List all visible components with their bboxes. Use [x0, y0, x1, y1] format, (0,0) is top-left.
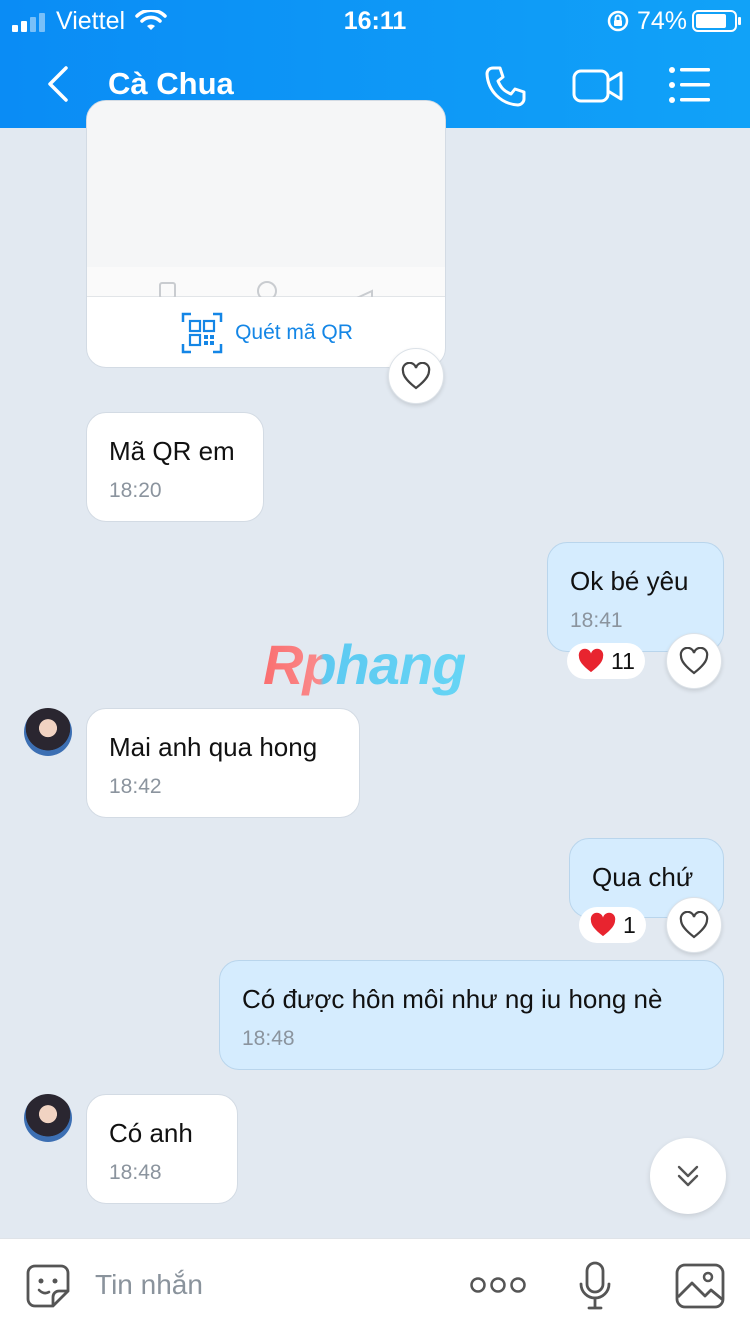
contact-name[interactable]: Cà Chua	[108, 66, 234, 102]
video-icon[interactable]	[572, 66, 624, 106]
heart-outline-icon	[401, 362, 431, 390]
message-text: Qua chứ	[592, 862, 694, 892]
message-time: 18:41	[570, 609, 623, 632]
qr-code-icon	[181, 312, 223, 354]
qr-screenshot-image[interactable]	[87, 101, 445, 267]
screenshot-navbar	[87, 267, 445, 305]
react-heart-button[interactable]	[666, 633, 722, 689]
message-time: 18:42	[109, 775, 162, 798]
message-input-bar: Tin nhắn	[0, 1238, 750, 1334]
react-heart-button[interactable]	[388, 348, 444, 404]
nav-buttons-icon	[159, 281, 373, 305]
qr-image-message[interactable]: Quét mã QR	[86, 100, 446, 368]
rotation-lock-icon	[607, 10, 629, 32]
battery-percent: 74%	[637, 7, 688, 35]
message-time: 18:48	[109, 1161, 162, 1184]
more-options-icon[interactable]	[470, 1275, 526, 1295]
avatar[interactable]	[24, 708, 72, 756]
message-input[interactable]: Tin nhắn	[95, 1269, 203, 1301]
heart-outline-icon	[679, 647, 709, 675]
message-text: Có anh	[109, 1118, 193, 1148]
message-text: Có được hôn môi như ng iu hong nè	[242, 984, 663, 1014]
message-text: Mai anh qua hong	[109, 732, 318, 762]
react-heart-button[interactable]	[666, 897, 722, 953]
red-heart-icon	[578, 648, 604, 673]
status-bar: Viettel 16:11 74%	[0, 0, 750, 40]
image-gallery-icon[interactable]	[675, 1263, 725, 1309]
microphone-icon[interactable]	[578, 1261, 612, 1311]
avatar[interactable]	[24, 1094, 72, 1142]
double-chevron-down-icon	[677, 1165, 699, 1187]
message-text: Ok bé yêu	[570, 566, 689, 596]
message-bubble-them[interactable]: Mai anh qua hong 18:42	[86, 708, 360, 818]
reaction-badge[interactable]: 1	[579, 907, 646, 943]
back-icon[interactable]	[40, 64, 80, 104]
message-bubble-them[interactable]: Mã QR em 18:20	[86, 412, 264, 522]
watermark-logo: Rphang	[263, 633, 466, 696]
phone-icon[interactable]	[483, 64, 527, 108]
message-bubble-me[interactable]: Có được hôn môi như ng iu hong nè 18:48	[219, 960, 724, 1070]
message-bubble-them[interactable]: Có anh 18:48	[86, 1094, 238, 1204]
menu-icon[interactable]	[668, 66, 712, 104]
reaction-count: 11	[611, 647, 635, 674]
scan-qr-label: Quét mã QR	[235, 321, 353, 344]
battery-icon	[692, 10, 741, 32]
reaction-badge[interactable]: 11	[567, 643, 645, 679]
message-text: Mã QR em	[109, 436, 235, 466]
message-time: 18:20	[109, 479, 162, 502]
scroll-to-bottom-button[interactable]	[650, 1138, 726, 1214]
reaction-count: 1	[623, 911, 636, 938]
message-time: 18:48	[242, 1027, 295, 1050]
heart-outline-icon	[679, 911, 709, 939]
red-heart-icon	[590, 912, 616, 937]
scan-qr-link[interactable]: Quét mã QR	[87, 297, 445, 367]
sticker-icon[interactable]	[25, 1263, 71, 1309]
